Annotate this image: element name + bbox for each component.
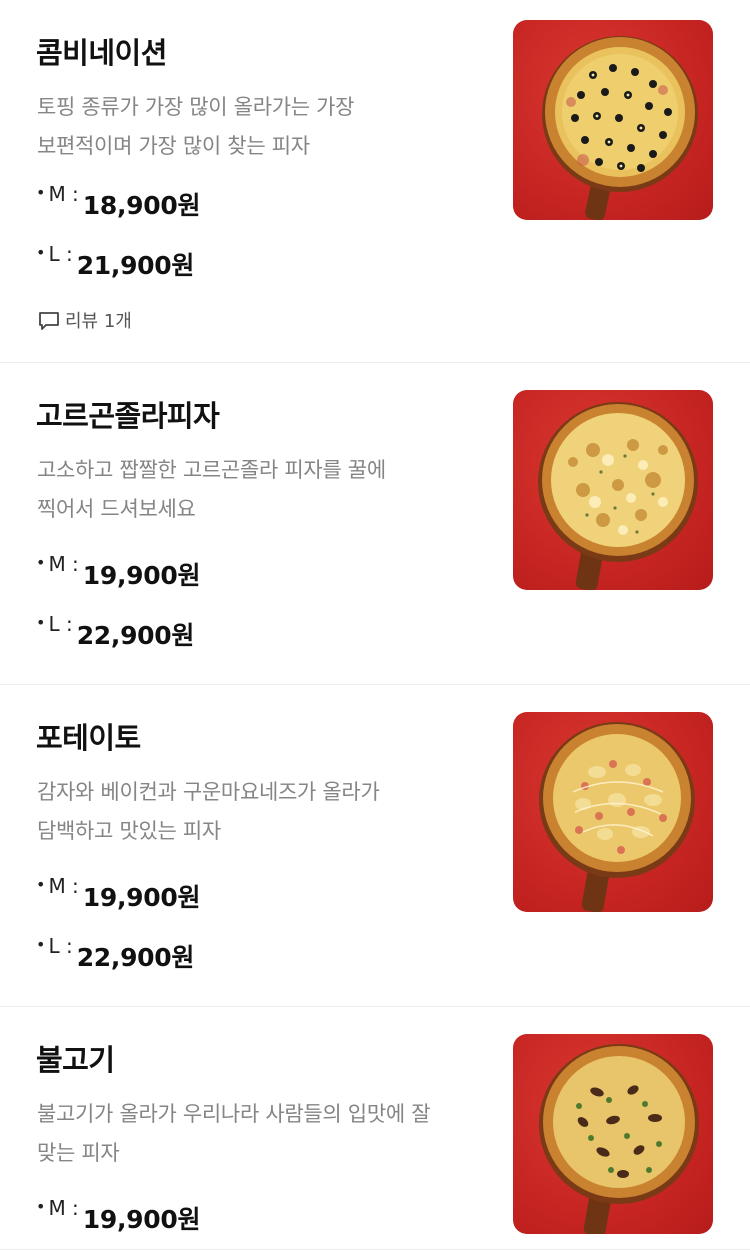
price-row-l: • L :22,900원: [36, 934, 195, 972]
price-amount: 19,900원: [82, 561, 201, 590]
menu-item-bulgogi[interactable]: 불고기 불고기가 올라가 우리나라 사람들의 입맛에 잘 맞는 피자 • M :1…: [0, 1007, 750, 1250]
description-line: 감자와 베이컨과 구운마요네즈가 올라가: [37, 780, 380, 804]
price-amount: 21,900원: [76, 251, 195, 280]
price-amount: 19,900원: [82, 883, 201, 912]
comment-icon: [39, 312, 59, 330]
description-line: 불고기가 올라가 우리나라 사람들의 입맛에 잘: [37, 1102, 431, 1126]
price-amount: 19,900원: [82, 1205, 201, 1234]
description-line: 고소하고 짭짤한 고르곤졸라 피자를 꿀에: [37, 458, 386, 482]
description-line: 찍어서 드셔보세요: [37, 497, 196, 521]
price-row-m: • M :19,900원: [36, 552, 201, 590]
description-line: 담백하고 맛있는 피자: [37, 819, 221, 843]
size-label: • M :: [36, 552, 79, 576]
review-count: 리뷰 1개: [65, 311, 132, 332]
size-label: • L :: [36, 242, 73, 266]
menu-item-description: 토핑 종류가 가장 많이 올라가는 가장 보편적이며 가장 많이 찾는 피자: [37, 88, 487, 166]
price-amount: 18,900원: [82, 191, 201, 220]
pizza-bulgogi-image[interactable]: [513, 1034, 713, 1234]
price-row-m: • M :19,900원: [36, 1196, 201, 1234]
menu-item-name: 포테이토: [36, 721, 141, 755]
size-label: • M :: [36, 182, 79, 206]
menu-item-name: 콤비네이션: [36, 36, 167, 70]
price-amount: 22,900원: [76, 621, 195, 650]
description-line: 토핑 종류가 가장 많이 올라가는 가장: [37, 95, 355, 119]
size-label: • L :: [36, 934, 73, 958]
menu-item-description: 고소하고 짭짤한 고르곤졸라 피자를 꿀에 찍어서 드셔보세요: [37, 451, 487, 529]
description-line: 맞는 피자: [37, 1141, 120, 1165]
size-label: • M :: [36, 874, 79, 898]
size-label: • L :: [36, 612, 73, 636]
menu-list: 콤비네이션 토핑 종류가 가장 많이 올라가는 가장 보편적이며 가장 많이 찾…: [0, 0, 750, 1250]
menu-item-description: 불고기가 올라가 우리나라 사람들의 입맛에 잘 맞는 피자: [37, 1095, 487, 1173]
price-row-l: • L :22,900원: [36, 612, 195, 650]
pizza-potato-image[interactable]: [513, 712, 713, 912]
size-label: • M :: [36, 1196, 79, 1220]
price-amount: 22,900원: [76, 943, 195, 972]
pizza-gorgonzola-image[interactable]: [513, 390, 713, 590]
menu-item-combination[interactable]: 콤비네이션 토핑 종류가 가장 많이 올라가는 가장 보편적이며 가장 많이 찾…: [0, 0, 750, 363]
description-line: 보편적이며 가장 많이 찾는 피자: [37, 134, 310, 158]
menu-item-potato[interactable]: 포테이토 감자와 베이컨과 구운마요네즈가 올라가 담백하고 맛있는 피자 • M…: [0, 685, 750, 1007]
review-link[interactable]: 리뷰 1개: [38, 307, 132, 333]
price-row-l: • L :21,900원: [36, 242, 195, 280]
pizza-combination-image[interactable]: [513, 20, 713, 220]
price-row-m: • M :18,900원: [36, 182, 201, 220]
menu-item-description: 감자와 베이컨과 구운마요네즈가 올라가 담백하고 맛있는 피자: [37, 773, 487, 851]
menu-item-name: 고르곤졸라피자: [36, 399, 220, 433]
menu-item-name: 불고기: [36, 1043, 115, 1077]
price-row-m: • M :19,900원: [36, 874, 201, 912]
menu-item-gorgonzola[interactable]: 고르곤졸라피자 고소하고 짭짤한 고르곤졸라 피자를 꿀에 찍어서 드셔보세요 …: [0, 363, 750, 685]
